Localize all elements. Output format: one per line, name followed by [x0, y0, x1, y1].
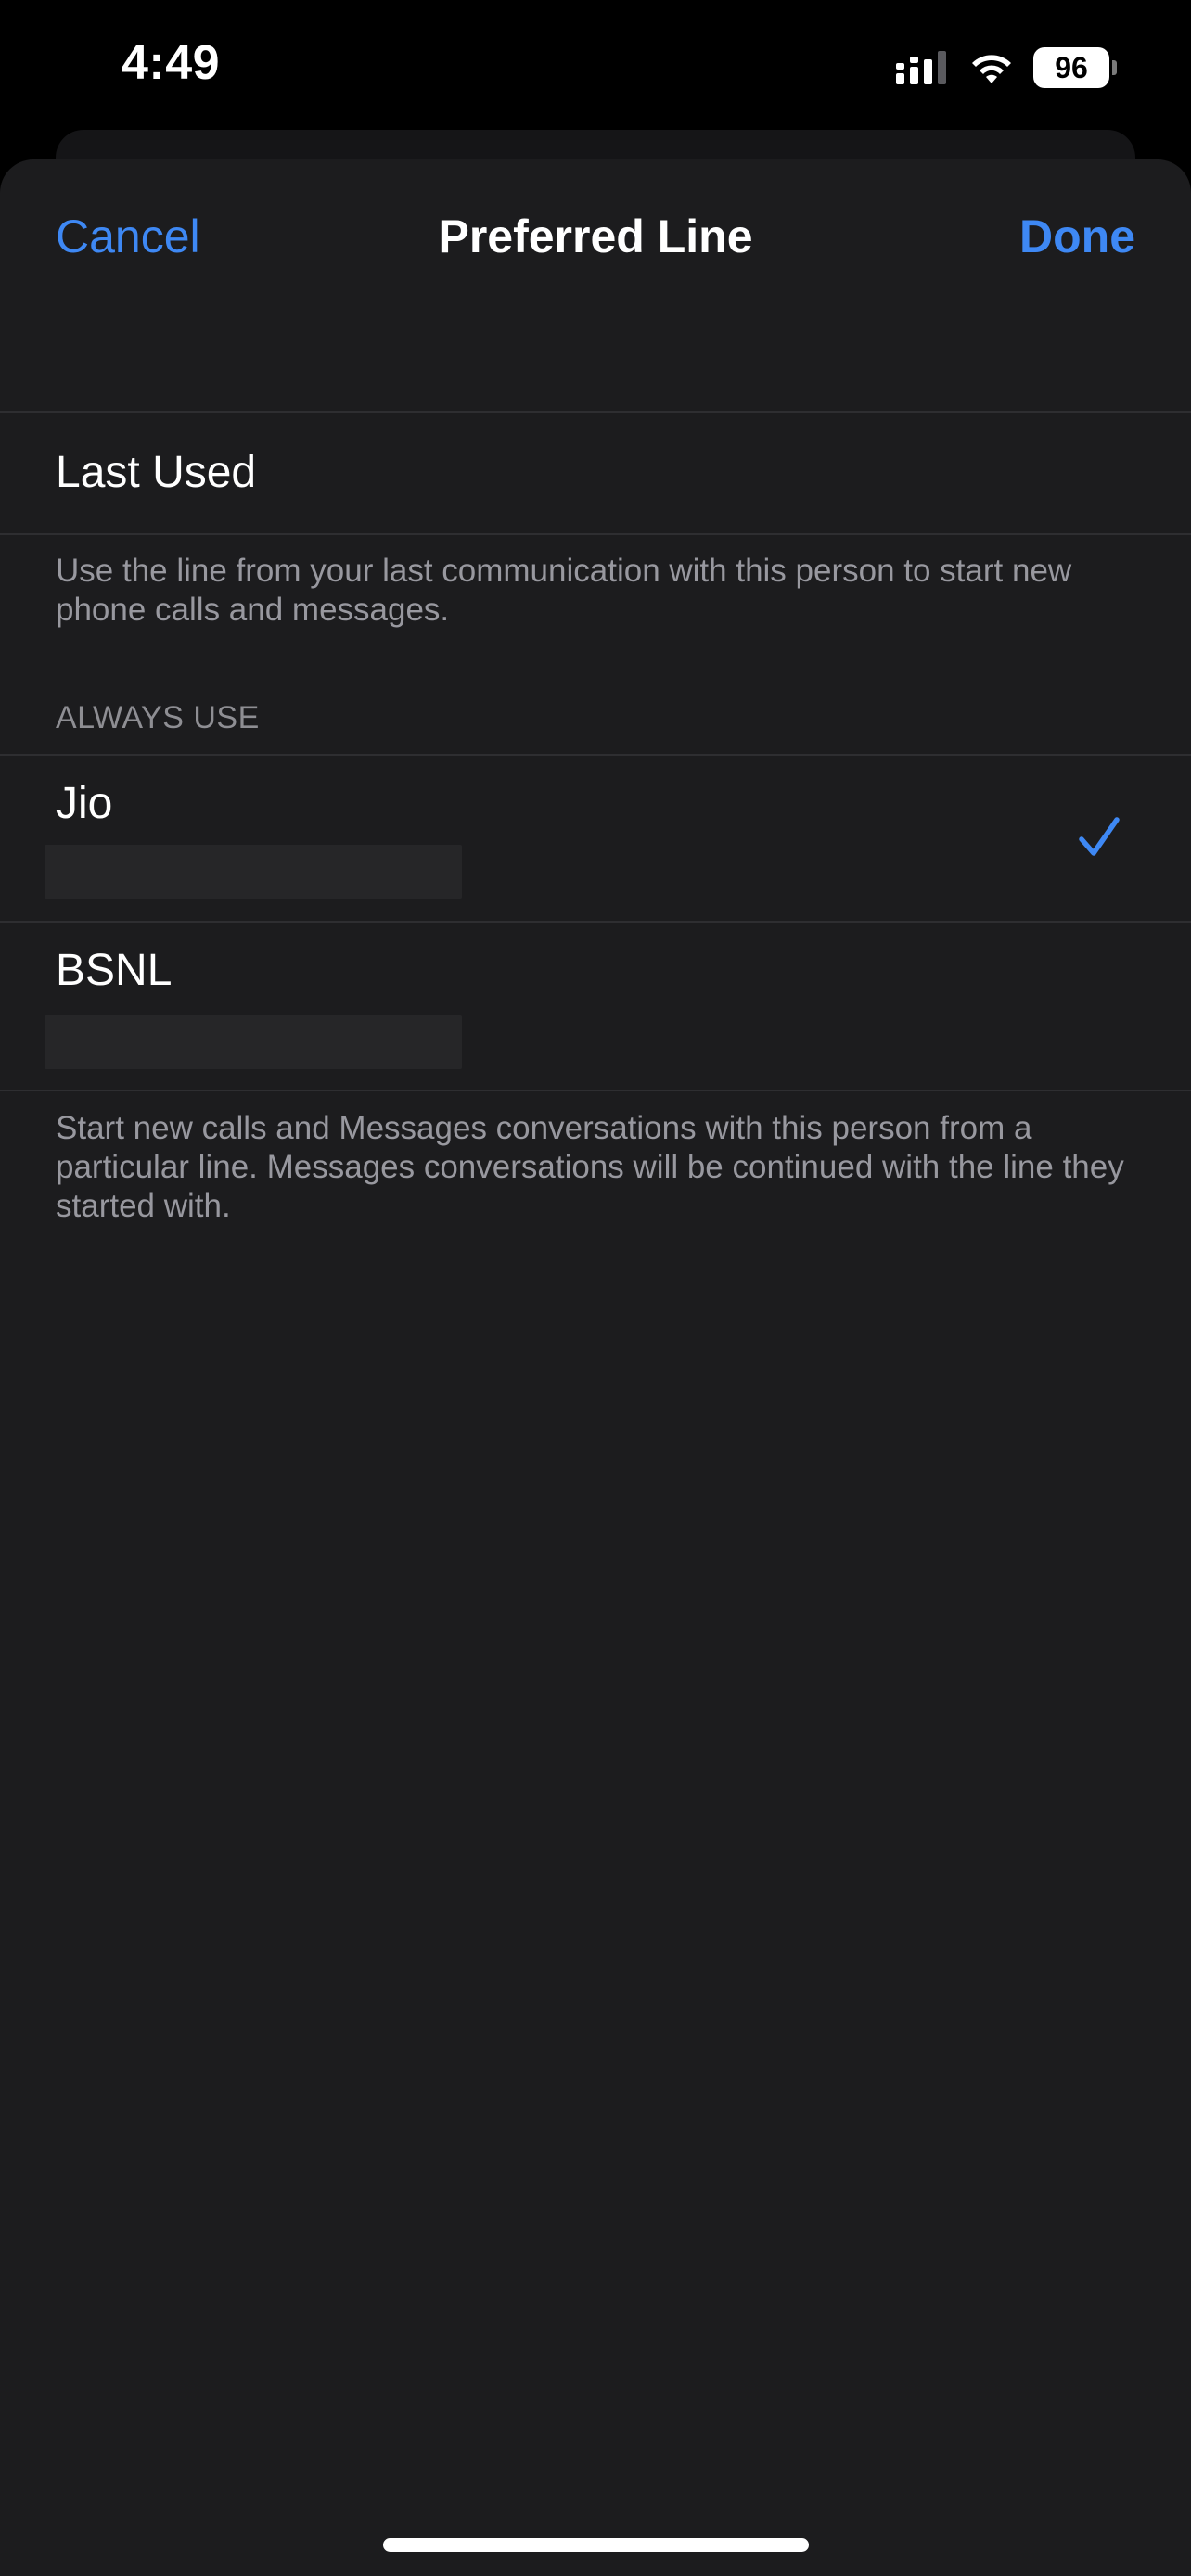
- always-use-footer: Start new calls and Messages conversatio…: [56, 1110, 1124, 1224]
- home-indicator[interactable]: [383, 2538, 809, 2552]
- checkmark-icon: [1079, 817, 1120, 856]
- wifi-icon: [972, 55, 1011, 83]
- battery-cap: [1112, 60, 1117, 75]
- separator: [0, 533, 1191, 535]
- line-option-label: Jio: [56, 779, 113, 828]
- redacted-phone-number: [45, 845, 462, 899]
- battery-level: 96: [1033, 47, 1109, 88]
- cellular-signal-icon: [896, 51, 946, 84]
- redacted-phone-number: [45, 1015, 462, 1069]
- separator: [0, 1090, 1191, 1091]
- status-bar: 4:49 96: [0, 0, 1191, 134]
- line-option-label: BSNL: [56, 946, 173, 995]
- last-used-label: Last Used: [56, 448, 257, 497]
- line-option-jio[interactable]: Jio: [0, 756, 1191, 921]
- cancel-button[interactable]: Cancel: [56, 206, 200, 267]
- last-used-row[interactable]: Last Used: [0, 413, 1191, 533]
- status-time: 4:49: [122, 36, 221, 90]
- done-button[interactable]: Done: [1019, 206, 1135, 267]
- always-use-header: ALWAYS USE: [56, 700, 260, 735]
- line-option-bsnl[interactable]: BSNL: [0, 923, 1191, 1090]
- status-icons: 96: [894, 46, 1117, 89]
- battery-icon: 96: [1033, 47, 1117, 88]
- last-used-footer: Use the line from your last communicatio…: [56, 553, 1072, 628]
